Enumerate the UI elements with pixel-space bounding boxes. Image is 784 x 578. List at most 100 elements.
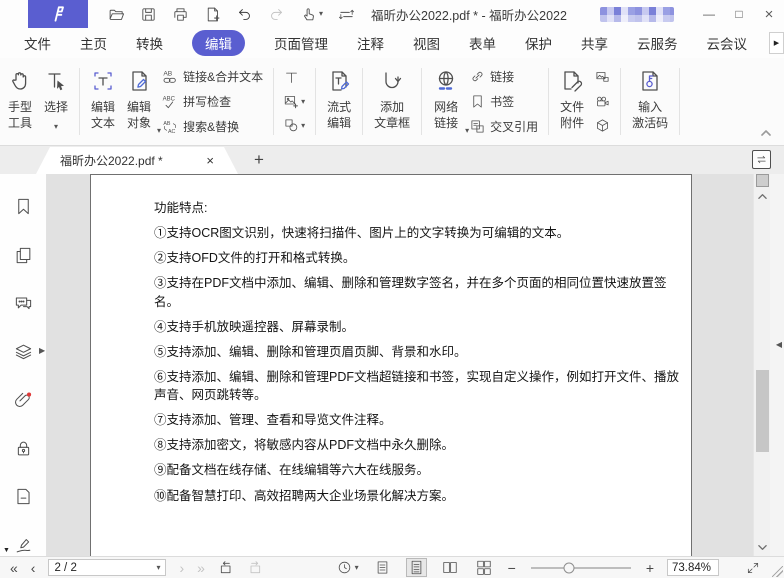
expand-left-panel-handle[interactable]: ▶: [39, 346, 45, 355]
save-button[interactable]: [140, 6, 157, 23]
previous-page-button[interactable]: ‹: [31, 561, 36, 575]
vertical-scrollbar[interactable]: [753, 174, 770, 556]
comments-panel-button[interactable]: [12, 293, 34, 314]
redo-button[interactable]: [268, 6, 285, 23]
doc-paragraph[interactable]: 功能特点:: [154, 199, 691, 217]
tab-edit[interactable]: 编辑: [192, 30, 245, 56]
tab-convert[interactable]: 转换: [136, 33, 163, 53]
app-logo[interactable]: [28, 0, 88, 28]
print-button[interactable]: [172, 6, 189, 23]
add-shape-button[interactable]: ▾: [284, 118, 305, 133]
new-tab-button[interactable]: +: [254, 150, 264, 170]
tab-comment[interactable]: 注释: [357, 33, 384, 53]
next-page-button[interactable]: ›: [179, 561, 184, 575]
add-image-button[interactable]: ▾: [284, 94, 305, 109]
select-tool-button[interactable]: 选择 ▾: [38, 62, 74, 141]
maximize-button[interactable]: □: [724, 0, 754, 28]
page-number-combobox[interactable]: 2 / 2 ▾: [48, 559, 166, 576]
bookmark-button[interactable]: 书签: [470, 93, 538, 110]
minimize-button[interactable]: —: [694, 0, 724, 28]
link-merge-text-button[interactable]: AB 链接&合并文本: [162, 68, 263, 85]
security-panel-button[interactable]: [12, 438, 34, 459]
tab-share[interactable]: 共享: [581, 33, 608, 53]
edit-text-button[interactable]: 编辑 文本: [85, 62, 121, 141]
doc-paragraph[interactable]: ⑩配备智慧打印、高效招聘两大企业场景化解决方案。: [154, 487, 691, 505]
customize-toolbar-button[interactable]: [338, 6, 355, 23]
continuous-view-button[interactable]: [406, 558, 427, 577]
attachments-panel-button[interactable]: [12, 390, 34, 411]
tab-file[interactable]: 文件: [24, 33, 51, 53]
single-page-view-button[interactable]: [372, 558, 393, 577]
close-window-button[interactable]: ×: [754, 0, 784, 28]
zoom-slider-knob[interactable]: [563, 562, 574, 573]
tab-home[interactable]: 主页: [80, 33, 107, 53]
tab-form[interactable]: 表单: [469, 33, 496, 53]
doc-paragraph[interactable]: ①支持OCR图文识别，快速将扫描件、图片上的文字转换为可编辑的文本。: [154, 224, 691, 242]
layers-panel-button[interactable]: [12, 341, 34, 362]
scroll-down-button[interactable]: [758, 544, 767, 551]
hand-tool-button[interactable]: 手型 工具: [2, 62, 38, 141]
title-bar[interactable]: ▾ 福昕办公2022.pdf * - 福昕办公2022 — □ ×: [0, 0, 784, 28]
swap-view-button[interactable]: [752, 150, 771, 169]
web-link-button[interactable]: 网络 链接 ▾: [427, 62, 465, 141]
zoom-slider[interactable]: [531, 567, 631, 569]
link-button[interactable]: 链接: [470, 68, 538, 85]
doc-paragraph[interactable]: ②支持OFD文件的打开和格式转换。: [154, 249, 691, 267]
doc-paragraph[interactable]: ⑥支持添加、编辑、删除和管理PDF文档超链接和书签，实现自定义操作，例如打开文件…: [154, 368, 691, 404]
tab-page-manage[interactable]: 页面管理: [274, 33, 328, 53]
sidebar-overflow-icon[interactable]: ▼: [3, 547, 10, 554]
reading-timer-button[interactable]: ▾: [337, 560, 359, 575]
add-article-box-button[interactable]: 添加 文章框: [368, 62, 416, 141]
tab-cloud-meeting[interactable]: 云会议: [707, 33, 748, 53]
flow-edit-button[interactable]: 流式 编辑: [321, 62, 357, 141]
facing-view-button[interactable]: [440, 558, 461, 577]
pdf-page[interactable]: 功能特点: ①支持OCR图文识别，快速将扫描件、图片上的文字转换为可编辑的文本。…: [90, 174, 692, 556]
doc-paragraph[interactable]: ③支持在PDF文档中添加、编辑、删除和管理数字签名，并在多个页面的相同位置快速放…: [154, 274, 691, 310]
close-tab-icon[interactable]: ×: [206, 153, 214, 168]
insert-3d-button[interactable]: [595, 118, 610, 133]
zoom-out-button[interactable]: −: [508, 561, 516, 575]
first-page-button[interactable]: «: [10, 561, 18, 575]
add-text-button[interactable]: [284, 70, 305, 85]
scroll-up-button[interactable]: [758, 193, 767, 200]
destinations-panel-button[interactable]: [12, 486, 34, 507]
signatures-panel-button[interactable]: [12, 535, 34, 556]
previous-view-button[interactable]: [218, 560, 234, 576]
scrollbar-thumb[interactable]: [756, 370, 769, 452]
tab-scroll-right-button[interactable]: ▶: [769, 32, 784, 54]
edit-object-button[interactable]: 编辑 对象 ▾: [121, 62, 157, 141]
last-page-button[interactable]: »: [197, 561, 205, 575]
insert-video-button[interactable]: [595, 94, 610, 109]
doc-paragraph[interactable]: ⑤支持添加、编辑、删除和管理页眉页脚、背景和水印。: [154, 343, 691, 361]
cross-reference-button[interactable]: 交叉引用: [470, 118, 538, 135]
bookmarks-panel-button[interactable]: [12, 196, 34, 217]
new-document-button[interactable]: [204, 6, 221, 23]
undo-button[interactable]: [236, 6, 253, 23]
open-file-button[interactable]: [108, 6, 125, 23]
enter-activation-code-button[interactable]: 输入 激活码: [626, 62, 674, 141]
hand-mode-button[interactable]: ▾: [300, 6, 323, 23]
tab-view[interactable]: 视图: [413, 33, 440, 53]
doc-paragraph[interactable]: ④支持手机放映遥控器、屏幕录制。: [154, 318, 691, 336]
expand-right-panel-handle[interactable]: ◀: [776, 340, 782, 349]
collapse-ribbon-button[interactable]: [760, 128, 772, 137]
tab-cloud-service[interactable]: 云服务: [637, 33, 678, 53]
user-account-redacted[interactable]: [600, 7, 674, 22]
doc-paragraph[interactable]: ⑦支持添加、管理、查看和导览文件注释。: [154, 411, 691, 429]
fullscreen-button[interactable]: [746, 561, 760, 575]
facing-continuous-view-button[interactable]: [474, 558, 495, 577]
next-view-button[interactable]: [247, 560, 263, 576]
pages-panel-button[interactable]: [12, 244, 34, 265]
tab-protect[interactable]: 保护: [525, 33, 552, 53]
zoom-value-input[interactable]: [667, 559, 719, 576]
window-resize-grip[interactable]: [772, 566, 783, 577]
split-view-handle[interactable]: [756, 174, 769, 187]
document-canvas[interactable]: 功能特点: ①支持OCR图文识别，快速将扫描件、图片上的文字转换为可编辑的文本。…: [47, 174, 753, 556]
search-replace-button[interactable]: ABAC 搜索&替换: [162, 118, 263, 135]
insert-image-button[interactable]: [595, 70, 610, 85]
zoom-in-button[interactable]: +: [646, 561, 654, 575]
spell-check-button[interactable]: ABC 拼写检查: [162, 93, 263, 110]
doc-paragraph[interactable]: ⑨配备文档在线存储、在线编辑等六大在线服务。: [154, 461, 691, 479]
file-attachment-button[interactable]: 文件 附件: [554, 62, 590, 141]
doc-paragraph[interactable]: ⑧支持添加密文，将敏感内容从PDF文档中永久删除。: [154, 436, 691, 454]
